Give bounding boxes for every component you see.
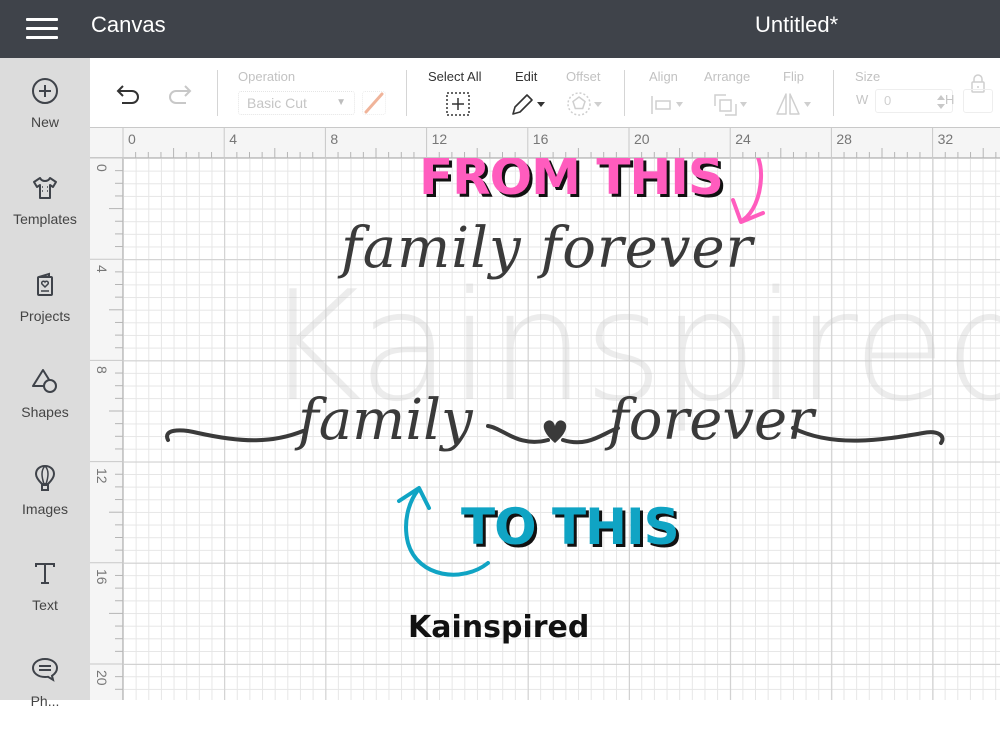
ruler-left-number: 16 [94,568,110,585]
flip-icon[interactable] [775,91,815,117]
ruler-top-number: 0 [128,131,136,147]
select-all-label: Select All [428,69,482,84]
ruler-top-number: 28 [836,131,852,147]
plus-circle-icon [32,78,58,104]
sidebar-label: New [30,114,59,130]
linetype-color-swatch[interactable] [362,91,386,115]
sidebar-label: Ph... [30,693,60,709]
height-label: H [945,92,955,107]
hamburger-menu-icon[interactable] [26,16,58,40]
sidebar-item-text[interactable]: Text [0,559,90,649]
ruler-left: 0 4 8 12 16 20 [90,158,123,700]
ruler-left-number: 0 [94,164,110,172]
speech-bubble-icon [31,657,59,682]
offset-label: Offset [566,69,601,84]
sidebar-item-shapes[interactable]: Shapes [0,366,90,456]
align-label: Align [649,69,678,84]
chevron-down-icon: ▼ [336,97,346,108]
ruler-top-number: 16 [532,131,549,147]
edit-toolbar: Operation Basic Cut ▼ Select All Edit Of… [90,58,1000,128]
sidebar-item-phrases[interactable]: Ph... [0,655,90,745]
app-title: Canvas [91,12,166,37]
ruler-left-number: 8 [94,366,110,375]
sidebar-item-projects[interactable]: Projects [0,270,90,360]
ruler-top: 0 4 8 12 16 20 24 28 32 [90,128,1000,158]
sidebar-item-new[interactable]: New [0,76,90,166]
tshirt-icon [33,177,57,199]
pink-curved-arrow-icon [741,158,764,222]
sidebar-item-images[interactable]: Images [0,463,90,553]
redo-icon[interactable] [166,84,194,106]
teal-curved-arrow-icon [404,488,490,577]
ruler-left-number: 12 [94,467,110,484]
select-all-icon[interactable] [445,91,471,117]
size-label: Size [855,69,881,84]
ruler-left-number: 20 [94,670,110,686]
width-label: W [856,92,869,107]
ruler-top-number: 32 [937,131,954,147]
sidebar-label: Projects [19,308,71,324]
operation-label: Operation [238,69,296,84]
document-title[interactable]: Untitled* [755,12,838,38]
arrange-label: Arrange [704,69,751,84]
design-canvas[interactable]: Kainspired family forever family forever… [123,158,1000,700]
sidebar-label: Text [32,597,58,613]
top-header: Canvas Untitled* [0,0,1000,58]
hot-air-balloon-icon [34,464,56,491]
sidebar-label: Shapes [21,404,69,420]
operation-select[interactable]: Basic Cut ▼ [238,91,355,115]
diagonal-line-icon [364,92,384,114]
ruler-top-number: 4 [229,131,237,147]
align-icon[interactable] [650,91,690,117]
shapes-icon [32,369,57,393]
offset-pentagon-icon[interactable] [566,91,606,117]
sidebar-label: Images [22,501,68,517]
ruler-left-number: 4 [94,265,110,273]
sidebar-label: Templates [13,211,77,227]
projects-card-icon [37,272,53,296]
ruler-top-number: 12 [431,131,448,147]
credit-text: Kainspired [408,610,590,645]
undo-icon[interactable] [114,84,142,106]
arrange-icon[interactable] [712,91,752,117]
left-sidebar: New Templates Projects Shapes Images Tex… [0,58,90,709]
edit-label: Edit [515,69,538,84]
ruler-top-number: 24 [735,131,751,147]
ruler-top-number: 20 [634,131,650,147]
operation-value: Basic Cut [247,95,307,111]
sidebar-item-templates[interactable]: Templates [0,173,90,263]
pencil-edit-icon[interactable] [510,91,550,117]
ruler-left-ticks [90,158,123,690]
ruler-top-number: 8 [330,131,339,147]
flip-label: Flip [783,69,804,84]
height-input[interactable] [963,89,993,113]
text-t-icon [35,563,55,584]
